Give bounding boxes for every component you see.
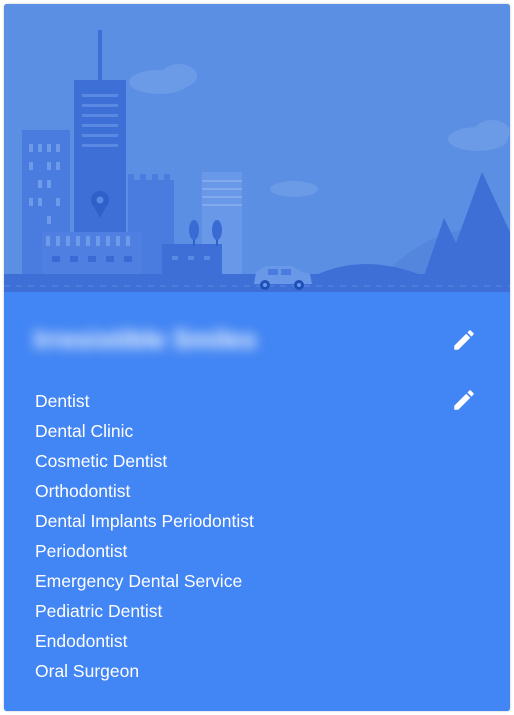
category-item: Endodontist [35,631,128,651]
category-item: Dentist [35,391,90,411]
category-item: Pediatric Dentist [35,601,163,621]
category-item: Dental Implants Periodontist [35,511,254,531]
edit-categories-button[interactable] [448,384,480,416]
pencil-icon [454,330,474,350]
profile-details: Irresistible Smiles Dentist Dental Clini… [4,292,510,711]
category-item: Oral Surgeon [35,661,140,681]
category-list: Dentist Dental Clinic Cosmetic Dentist O… [35,386,254,686]
city-skyline-illustration [4,4,510,292]
pencil-icon [454,390,474,410]
edit-name-button[interactable] [448,324,480,356]
business-profile-card: Irresistible Smiles Dentist Dental Clini… [4,4,510,711]
category-item: Emergency Dental Service [35,571,243,591]
category-item: Periodontist [35,541,128,561]
business-name: Irresistible Smiles [34,324,257,354]
category-item: Cosmetic Dentist [35,451,168,471]
category-item: Orthodontist [35,481,131,501]
category-item: Dental Clinic [35,421,134,441]
